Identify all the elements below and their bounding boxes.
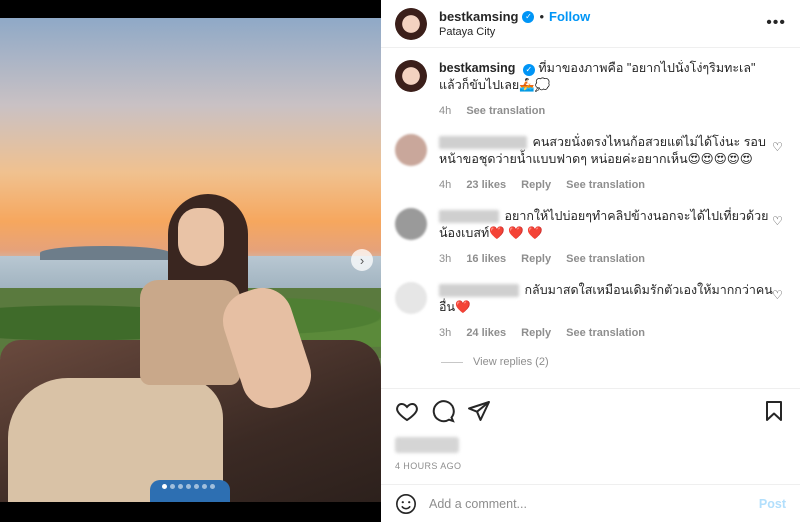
avatar[interactable] [395,282,427,314]
follow-button[interactable]: Follow [549,9,590,24]
comment-time[interactable]: 3h [439,327,451,339]
post-button[interactable]: Post [759,497,786,511]
avatar[interactable] [395,60,427,92]
blurred-username[interactable] [439,210,499,224]
comment-time[interactable]: 3h [439,253,451,265]
comment-input[interactable] [429,496,759,511]
carousel-dot [202,484,207,489]
comment-item: กลับมาสดใสเหมือนเดิมรักตัวเองให้มากกว่าค… [395,282,786,342]
reply-button[interactable]: Reply [521,179,551,191]
carousel-dots [162,484,215,489]
comment-likes[interactable]: 23 likes [466,179,506,191]
caption-username[interactable]: bestkamsing [439,61,515,75]
avatar[interactable] [395,134,427,166]
carousel-dot [178,484,183,489]
add-comment-bar: Post [381,484,800,522]
reply-button[interactable]: Reply [521,253,551,265]
verified-badge-icon: ✓ [522,10,535,23]
carousel-dot [186,484,191,489]
emoji-icon[interactable] [395,493,417,515]
caption-time[interactable]: 4h [439,105,451,117]
see-translation-link[interactable]: See translation [566,253,645,265]
comment-item: คนสวยนั่งตรงไหนก้อสวยแต่ไม่ได้โง่นะ รอบห… [395,134,786,194]
location-link[interactable]: Pataya City [439,26,590,38]
like-comment-heart-icon[interactable]: ♡ [772,288,786,302]
reply-button[interactable]: Reply [521,327,551,339]
see-translation-link[interactable]: See translation [466,105,545,117]
avatar[interactable] [395,208,427,240]
carousel-dot [210,484,215,489]
verified-badge-icon: ✓ [522,63,535,76]
see-translation-link[interactable]: See translation [566,179,645,191]
avatar[interactable] [395,7,427,40]
share-icon[interactable] [467,399,491,423]
bookmark-icon[interactable] [762,399,786,423]
heart-icon[interactable] [395,399,419,423]
photo-island [40,246,170,260]
see-translation-link[interactable]: See translation [566,327,645,339]
comment-icon[interactable] [431,399,455,423]
caption: bestkamsing ✓ ที่มาของภาพคือ "อยากไปนั่ง… [395,60,786,120]
comments-list[interactable]: bestkamsing ✓ ที่มาของภาพคือ "อยากไปนั่ง… [381,60,800,386]
view-replies-button[interactable]: View replies (2) [441,356,786,368]
next-slide-button[interactable]: › [351,249,373,271]
separator-dot: • [539,9,545,24]
comment-likes[interactable]: 24 likes [466,327,506,339]
carousel-dot [162,484,167,489]
post-panel: bestkamsing ✓ • Follow Pataya City ••• b… [381,0,800,522]
blurred-username[interactable] [439,136,527,150]
post-header: bestkamsing ✓ • Follow Pataya City ••• [381,0,800,48]
like-comment-heart-icon[interactable]: ♡ [772,140,786,154]
comment-likes[interactable]: 16 likes [466,253,506,265]
view-replies-label: View replies (2) [473,356,549,368]
author-username[interactable]: bestkamsing [439,9,518,24]
more-options-icon[interactable]: ••• [766,14,786,32]
divider-line [441,361,463,363]
carousel-dot [194,484,199,489]
photo-person-face [178,208,224,266]
likes-count-blurred[interactable] [395,437,459,453]
carousel-dot [170,484,175,489]
chevron-right-icon: › [359,252,365,268]
post-timestamp: 4 HOURS AGO [395,461,462,471]
comment-item: อยากให้ไปบ่อยๆทำคลิปข้างนอกจะได้ไปเที่ยว… [395,208,786,268]
blurred-username[interactable] [439,284,519,298]
post-media: › [0,0,381,522]
comment-time[interactable]: 4h [439,179,451,191]
post-photo[interactable] [0,18,381,502]
like-comment-heart-icon[interactable]: ♡ [772,214,786,228]
post-actions: 4 HOURS AGO [381,388,800,480]
